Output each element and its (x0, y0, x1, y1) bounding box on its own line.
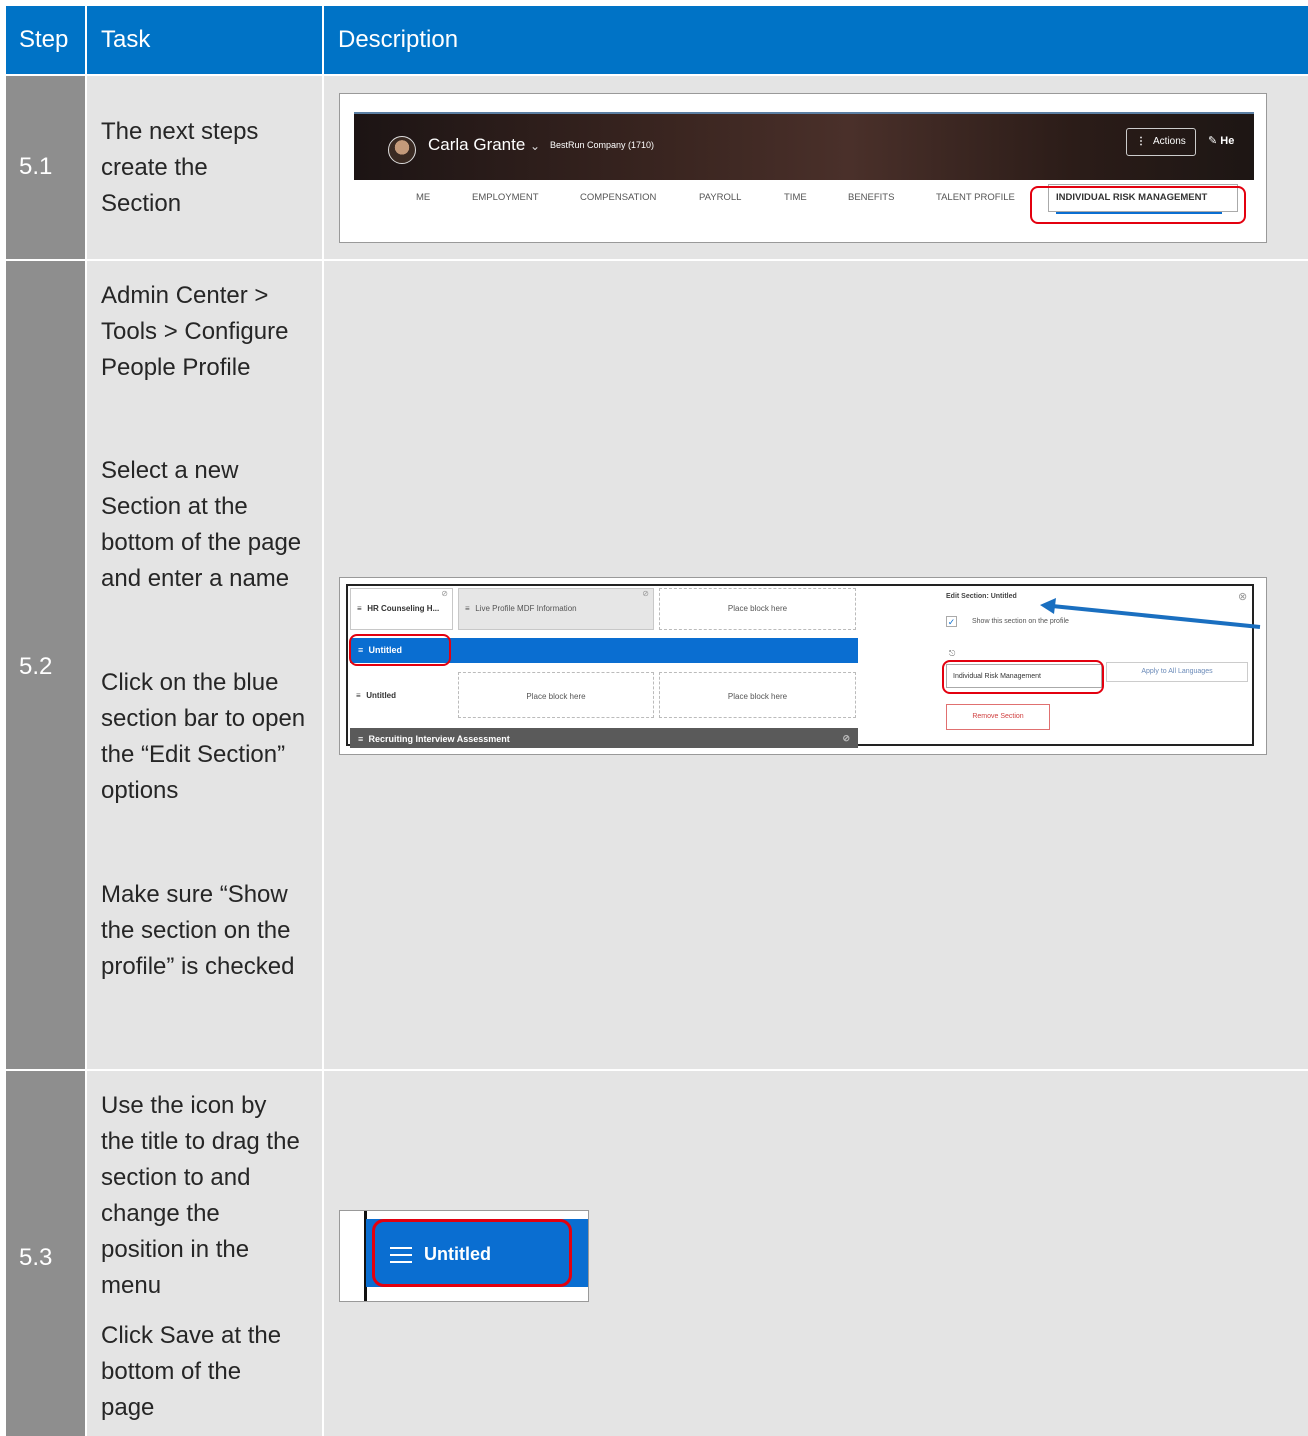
step-number: 5.1 (19, 153, 53, 180)
actions-button[interactable]: ⋮ Actions (1126, 128, 1196, 156)
tab-talent-profile[interactable]: TALENT PROFILE (936, 192, 1015, 203)
tab-employment[interactable]: EMPLOYMENT (472, 192, 539, 203)
show-section-label: Show this section on the profile (972, 618, 1069, 625)
drag-handle-icon[interactable]: ≡ (357, 604, 365, 613)
drag-handle-icon[interactable]: ≡ (465, 604, 473, 613)
placeholder-block[interactable]: Place block here (659, 672, 856, 718)
task-text: Admin Center > Tools > Configure People … (101, 282, 289, 381)
block-untitled[interactable]: ≡ Untitled (350, 672, 453, 718)
section-bar-recruiting[interactable]: ≡ Recruiting Interview Assessment ⊘ (350, 728, 858, 748)
avatar (388, 136, 416, 164)
hidden-icon: ⊘ (441, 589, 448, 598)
company-name: BestRun Company (1710) (550, 140, 655, 150)
table-header: Step Task Description (6, 6, 1308, 74)
instruction-table: Step Task Description 5.1 The next steps… (6, 6, 1308, 1436)
translate-icon[interactable]: ⎋ (949, 649, 955, 659)
chevron-down-icon: ⌄ (530, 139, 541, 153)
screenshot-configure-profile: ≡ HR Counseling H... ⊘ ≡ Live Profile MD… (339, 577, 1267, 755)
description-cell-5-2: ≡ HR Counseling H... ⊘ ≡ Live Profile MD… (324, 261, 1308, 1069)
placeholder-block[interactable]: Place block here (458, 672, 654, 718)
header-task: Task (101, 26, 151, 53)
user-name: Carla Grante (428, 135, 526, 154)
edit-label: He (1220, 135, 1235, 147)
highlight-box (1030, 186, 1246, 224)
placeholder-label: Place block here (727, 692, 788, 701)
task-text: Use the icon by the title to drag the se… (101, 1092, 300, 1299)
task-text: The next steps create the Section (101, 118, 259, 217)
tab-compensation[interactable]: COMPENSATION (580, 192, 656, 203)
task-text: Select a new Section at the bottom of th… (101, 457, 302, 592)
placeholder-label: Place block here (526, 692, 586, 701)
highlight-box (372, 1219, 572, 1287)
more-icon: ⋮ (1136, 136, 1146, 147)
drag-handle-icon[interactable]: ≡ (358, 734, 366, 744)
block-label: Live Profile MDF Information (475, 604, 577, 613)
edit-section-title: Edit Section: Untitled (946, 593, 1017, 600)
divider (322, 6, 324, 74)
task-cell-5-1: The next steps create the Section (87, 76, 322, 259)
section-title: Recruiting Interview Assessment (368, 734, 510, 744)
block-label: Untitled (366, 691, 397, 700)
task-text: Click on the blue section bar to open th… (101, 669, 306, 804)
step-number: 5.2 (19, 653, 53, 680)
divider (85, 6, 87, 74)
pencil-icon: ✎ (1208, 135, 1218, 147)
tab-payroll[interactable]: PAYROLL (699, 192, 741, 203)
task-text: Make sure “Show the section on the profi… (101, 881, 295, 980)
description-cell-5-1: Carla Grante ⌄ BestRun Company (1710) ⋮ … (324, 76, 1308, 259)
step-cell-5-3: 5.3 (6, 1071, 85, 1436)
actions-label: Actions (1153, 136, 1186, 147)
tab-time[interactable]: TIME (784, 192, 807, 203)
header-description: Description (338, 26, 459, 53)
highlight-box (942, 660, 1104, 694)
block-hr-counseling[interactable]: ≡ HR Counseling H... ⊘ (350, 588, 453, 630)
placeholder-label: Place block here (727, 604, 788, 613)
screenshot-untitled-bar: Untitled (339, 1210, 589, 1302)
step-cell-5-1: 5.1 (6, 76, 85, 259)
arrow-pointer (1040, 598, 1261, 629)
apply-all-languages-button[interactable]: Apply to All Languages (1106, 662, 1248, 682)
show-section-checkbox[interactable]: ✓ (946, 616, 957, 627)
screenshot-profile-header: Carla Grante ⌄ BestRun Company (1710) ⋮ … (339, 93, 1267, 243)
step-number: 5.3 (19, 1244, 53, 1271)
highlight-box (349, 634, 451, 666)
step-cell-5-2: 5.2 (6, 261, 85, 1069)
task-cell-5-2: Admin Center > Tools > Configure People … (87, 261, 322, 1069)
drag-handle-icon[interactable]: ≡ (356, 691, 364, 700)
placeholder-block[interactable]: Place block here (659, 588, 856, 630)
screenshot-inner: ≡ HR Counseling H... ⊘ ≡ Live Profile MD… (346, 584, 1261, 748)
hidden-icon: ⊘ (842, 733, 850, 743)
tab-benefits[interactable]: BENEFITS (848, 192, 894, 203)
block-label: HR Counseling H... (367, 604, 440, 613)
hidden-icon: ⊘ (642, 589, 649, 598)
remove-section-button[interactable]: Remove Section (946, 704, 1050, 730)
edit-button[interactable]: ✎ He (1208, 134, 1234, 147)
block-live-profile[interactable]: ≡ Live Profile MDF Information ⊘ (458, 588, 654, 630)
task-text: Click Save at the bottom of the page (101, 1322, 282, 1421)
header-step: Step (19, 26, 69, 53)
tab-me[interactable]: ME (416, 192, 430, 203)
description-cell-5-3: Untitled (324, 1071, 1308, 1436)
task-cell-5-3: Use the icon by the title to drag the se… (87, 1071, 322, 1436)
